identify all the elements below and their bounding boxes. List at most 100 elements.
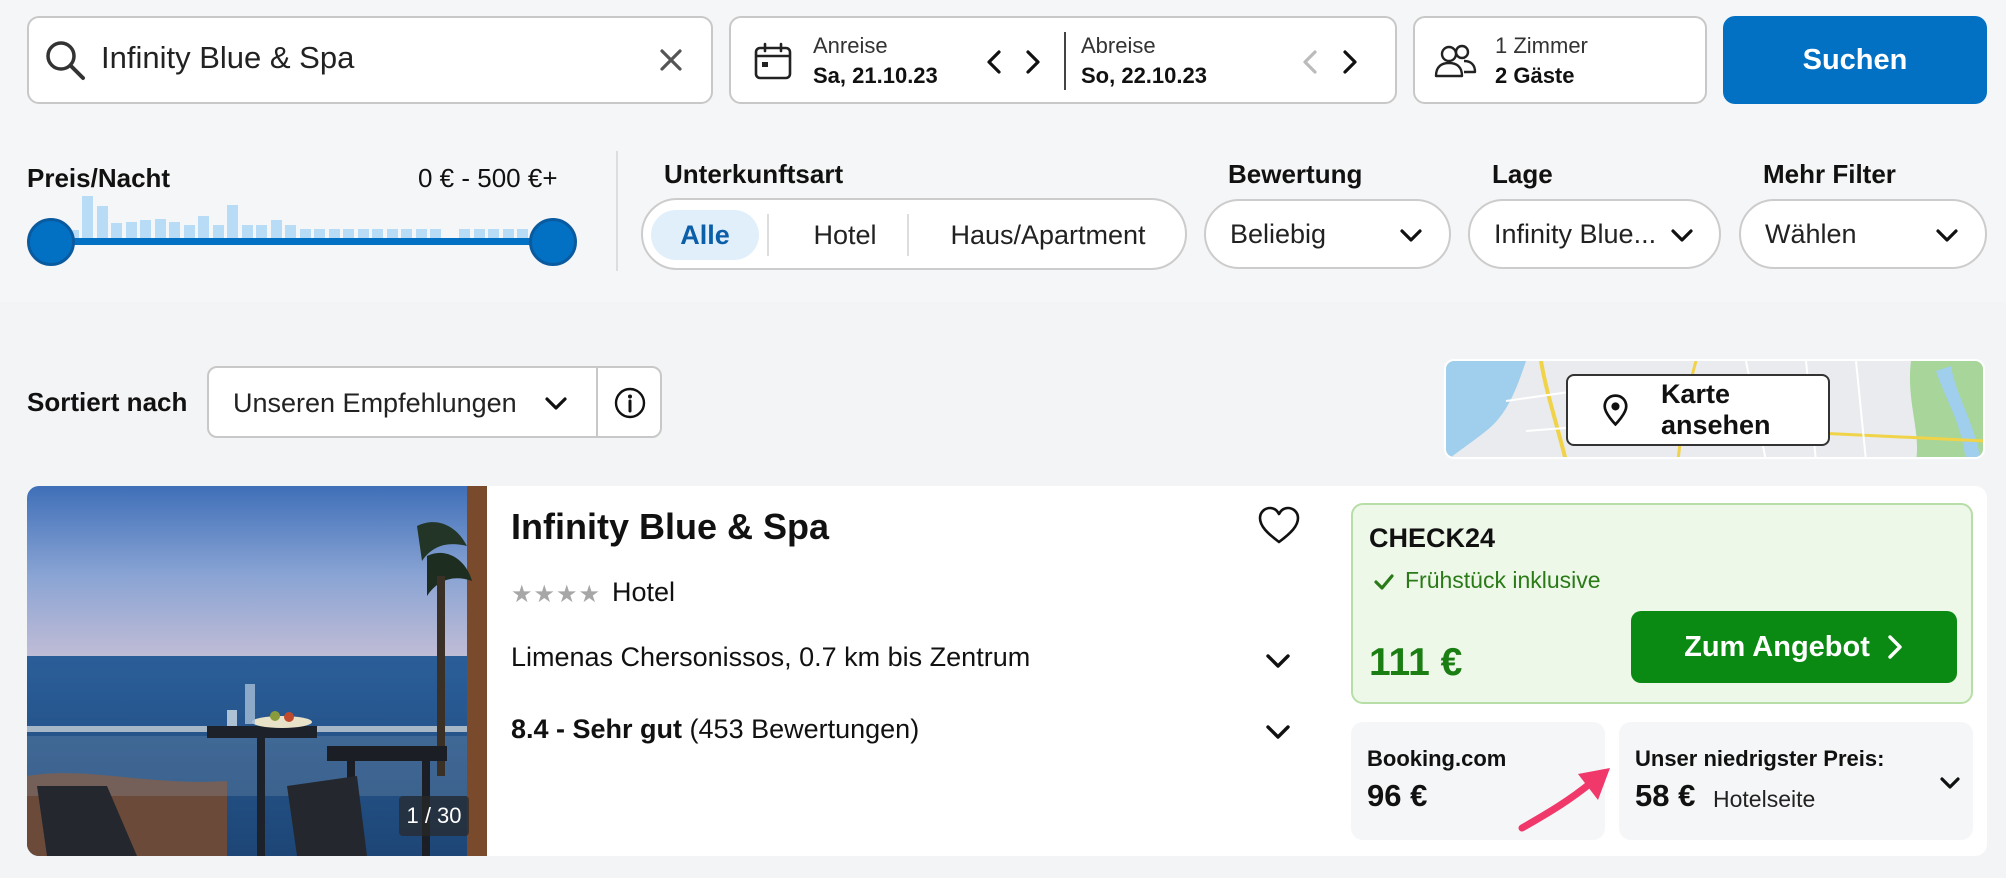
chevron-down-icon [1400,229,1422,242]
to-offer-label: Zum Angebot [1684,630,1870,663]
chevron-down-icon[interactable] [1263,646,1293,676]
histogram-bar [502,229,514,238]
accommodation-option-haus-apartment[interactable]: Haus/Apartment [921,210,1175,260]
search-icon [46,41,85,80]
location-filter-title: Lage [1492,159,1553,189]
rating-dropdown-value: Beliebig [1230,219,1327,249]
rooms-value: 1 Zimmer [1495,33,1588,58]
review-count: (453 Bewertungen) [689,714,920,744]
to-offer-button[interactable]: Zum Angebot [1631,611,1957,683]
histogram-bar [459,229,471,238]
accommodation-type-toggle: Alle Hotel Haus/Apartment [641,198,1187,270]
price-slider-max-handle[interactable] [529,218,577,266]
histogram-bar [386,229,398,238]
histogram-bar [227,205,239,238]
sort-label: Sortiert nach [27,387,188,417]
option-separator [907,214,909,256]
map-pin-icon [1603,394,1628,427]
accommodation-option-alle[interactable]: Alle [651,210,759,260]
price-slider-track[interactable] [50,238,554,245]
date-divider [1064,32,1066,90]
chevron-down-icon[interactable] [1263,717,1293,747]
more-filters-dropdown[interactable]: Wählen [1739,199,1987,269]
search-button[interactable]: Suchen [1723,16,1987,104]
price-filter-title: Preis/Nacht [27,163,171,193]
lowest-price-value: 58 € [1635,778,1696,813]
hotel-card: 1 / 30 Infinity Blue & Spa ★★★★ Hotel Li… [27,486,1987,856]
arrival-next-icon[interactable] [1018,48,1046,76]
histogram-bar [96,206,108,238]
hotel-location: Limenas Chersonissos, 0.7 km bis Zentrum [511,642,1031,672]
histogram-bar [415,229,427,238]
calendar-icon [754,42,792,80]
price-range-value: 0 € - 500 €+ [418,163,558,193]
location-dropdown[interactable]: Infinity Blue... [1468,199,1721,269]
histogram-bar [343,229,355,238]
offer-provider: CHECK24 [1369,523,1496,553]
annotation-arrow-icon [1518,768,1610,832]
price-histogram [68,196,528,238]
histogram-bar [517,229,528,238]
location-dropdown-value: Infinity Blue... [1494,219,1657,249]
histogram-bar [111,223,123,238]
histogram-bar [212,225,224,238]
departure-next-icon[interactable] [1335,48,1363,76]
view-map-label: Karte ansehen [1660,379,1771,440]
arrival-label: Anreise [813,33,888,58]
sort-value: Unseren Empfehlungen [233,388,517,418]
histogram-bar [82,196,94,238]
option-separator [767,214,769,256]
more-filters-value: Wählen [1765,219,1857,249]
offer-inclusion: Frühstück inklusive [1405,567,1601,593]
histogram-bar [140,220,152,238]
histogram-bar [285,225,297,238]
hotel-photo[interactable]: 1 / 30 [27,486,487,856]
guests-picker[interactable]: 1 Zimmer 2 Gäste [1413,16,1707,104]
histogram-bar [256,225,268,238]
hotel-type: Hotel [612,577,676,607]
rating-filter-title: Bewertung [1228,159,1363,189]
departure-prev-icon[interactable] [1297,48,1325,76]
accommodation-option-hotel[interactable]: Hotel [775,210,915,260]
histogram-bar [299,229,311,238]
price-slider-min-handle[interactable] [27,218,75,266]
hotel-name[interactable]: Infinity Blue & Spa [511,506,829,548]
alt-offer-provider: Booking.com [1367,746,1507,771]
chevron-down-icon [1936,229,1958,242]
histogram-bar [488,229,500,238]
histogram-bar [198,216,210,238]
lowest-price-offer[interactable]: Unser niedrigster Preis: 58 € Hotelseite [1619,722,1973,840]
sort-dropdown[interactable]: Unseren Empfehlungen [207,366,662,438]
histogram-bar [270,220,282,238]
departure-date[interactable]: So, 22.10.23 [1081,63,1207,89]
destination-input-value[interactable]: Infinity Blue & Spa [101,40,354,76]
histogram-bar [372,229,384,238]
histogram-bar [314,229,326,238]
destination-search-field[interactable]: Infinity Blue & Spa [27,16,713,104]
star-rating-icons: ★★★★ [511,581,602,608]
histogram-bar [154,219,166,238]
histogram-bar [328,229,340,238]
histogram-bar [241,225,253,238]
main-offer: CHECK24 Frühstück inklusive 111 € Zum An… [1351,503,1973,704]
clear-icon[interactable] [655,44,687,76]
chevron-down-icon [1671,229,1693,242]
view-map-button[interactable]: Karte ansehen [1566,374,1830,446]
rating-dropdown[interactable]: Beliebig [1204,199,1451,269]
departure-label: Abreise [1081,33,1156,58]
chevron-right-icon [1888,635,1902,659]
chevron-down-icon[interactable] [1937,770,1963,796]
check-icon [1374,574,1394,590]
offer-price: 111 € [1369,641,1463,684]
guests-value: 2 Gäste [1495,63,1575,88]
info-icon[interactable] [613,386,647,420]
arrival-date[interactable]: Sa, 21.10.23 [813,63,938,89]
histogram-bar [473,229,485,238]
date-picker[interactable]: Anreise Sa, 21.10.23 Abreise So, 22.10.2… [729,16,1397,104]
heart-icon[interactable] [1257,506,1301,546]
people-icon [1434,44,1477,78]
histogram-bar [183,225,195,238]
histogram-bar [169,222,181,238]
hotel-rating: 8.4 - Sehr gut (453 Bewertungen) [511,714,919,745]
arrival-prev-icon[interactable] [981,48,1009,76]
